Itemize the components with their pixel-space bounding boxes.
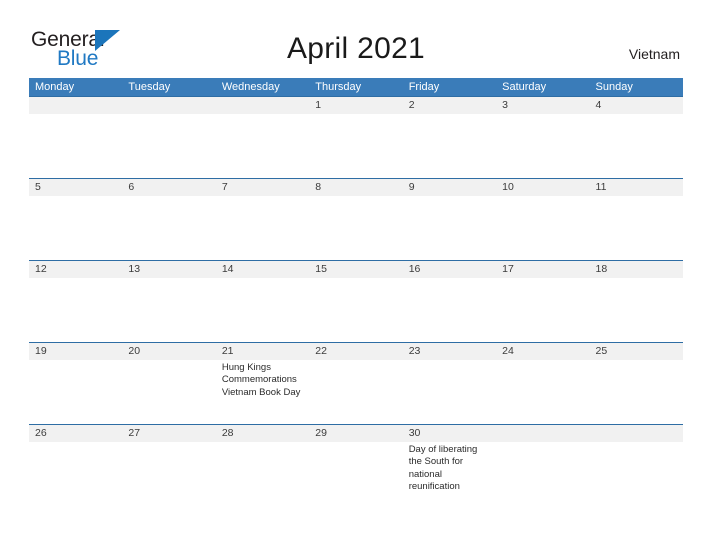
- week-event-band: [29, 278, 683, 342]
- day-number[interactable]: 1: [309, 97, 402, 114]
- day-number[interactable]: [496, 425, 589, 442]
- day-number[interactable]: [29, 97, 122, 114]
- week-row: 12 13 14 15 16 17 18: [29, 260, 683, 342]
- region-label: Vietnam: [628, 46, 680, 62]
- day-number[interactable]: 6: [122, 179, 215, 196]
- day-events[interactable]: [122, 114, 215, 178]
- weekday-header-thursday: Thursday: [315, 81, 362, 93]
- day-events[interactable]: [216, 114, 309, 178]
- day-number[interactable]: 28: [216, 425, 309, 442]
- day-number[interactable]: 14: [216, 261, 309, 278]
- day-events[interactable]: [29, 114, 122, 178]
- day-events[interactable]: [496, 278, 589, 342]
- day-number[interactable]: 19: [29, 343, 122, 360]
- day-number[interactable]: 15: [309, 261, 402, 278]
- day-events[interactable]: [122, 442, 215, 506]
- day-number[interactable]: 8: [309, 179, 402, 196]
- day-events[interactable]: [309, 278, 402, 342]
- day-number[interactable]: 12: [29, 261, 122, 278]
- day-number[interactable]: 2: [403, 97, 496, 114]
- day-events[interactable]: [309, 442, 402, 506]
- week-row: 5 6 7 8 9 10 11: [29, 178, 683, 260]
- day-number[interactable]: 13: [122, 261, 215, 278]
- day-number[interactable]: 4: [590, 97, 683, 114]
- day-number[interactable]: 24: [496, 343, 589, 360]
- day-number[interactable]: 3: [496, 97, 589, 114]
- day-number[interactable]: [590, 425, 683, 442]
- day-events[interactable]: [29, 360, 122, 424]
- week-event-band: [29, 114, 683, 178]
- month-grid: Monday Tuesday Wednesday Thursday Friday…: [29, 78, 683, 506]
- day-events[interactable]: [29, 442, 122, 506]
- day-events[interactable]: [403, 278, 496, 342]
- weekday-header-wednesday: Wednesday: [221, 81, 280, 93]
- day-events[interactable]: [590, 114, 683, 178]
- week-event-band: Hung Kings Commemorations Vietnam Book D…: [29, 360, 683, 424]
- day-events[interactable]: [309, 196, 402, 260]
- day-events-holiday[interactable]: Hung Kings Commemorations Vietnam Book D…: [216, 360, 309, 424]
- day-events[interactable]: [496, 114, 589, 178]
- day-number[interactable]: 11: [590, 179, 683, 196]
- week-row: 1 2 3 4: [29, 96, 683, 178]
- day-number[interactable]: 21: [216, 343, 309, 360]
- day-number[interactable]: 27: [122, 425, 215, 442]
- day-events[interactable]: [216, 442, 309, 506]
- calendar-page: General Blue April 2021 Vietnam Monday T…: [0, 0, 712, 550]
- day-events[interactable]: [29, 278, 122, 342]
- week-date-band: 1 2 3 4: [29, 97, 683, 114]
- page-header: General Blue April 2021 Vietnam: [0, 0, 712, 78]
- week-date-band: 5 6 7 8 9 10 11: [29, 179, 683, 196]
- page-title: April 2021: [286, 32, 426, 65]
- day-events[interactable]: [122, 360, 215, 424]
- day-number[interactable]: 9: [403, 179, 496, 196]
- weekday-header-monday: Monday: [35, 81, 75, 93]
- day-number[interactable]: 10: [496, 179, 589, 196]
- day-number[interactable]: 18: [590, 261, 683, 278]
- weekday-header-saturday: Saturday: [502, 81, 547, 93]
- day-events[interactable]: [403, 360, 496, 424]
- day-number[interactable]: [122, 97, 215, 114]
- day-events[interactable]: [216, 196, 309, 260]
- day-events[interactable]: [590, 196, 683, 260]
- day-number[interactable]: 5: [29, 179, 122, 196]
- week-event-band: Day of liberating the South for national…: [29, 442, 683, 506]
- week-row: 19 20 21 22 23 24 25 Hung Kings Commemor…: [29, 342, 683, 424]
- day-events[interactable]: [496, 442, 589, 506]
- day-events[interactable]: [309, 360, 402, 424]
- day-events[interactable]: [590, 278, 683, 342]
- week-date-band: 12 13 14 15 16 17 18: [29, 261, 683, 278]
- day-events[interactable]: [403, 114, 496, 178]
- day-events[interactable]: [122, 278, 215, 342]
- day-events-holiday[interactable]: Day of liberating the South for national…: [403, 442, 496, 506]
- day-events[interactable]: [29, 196, 122, 260]
- day-number[interactable]: 20: [122, 343, 215, 360]
- day-number[interactable]: 17: [496, 261, 589, 278]
- day-number[interactable]: [216, 97, 309, 114]
- day-events[interactable]: [309, 114, 402, 178]
- day-events[interactable]: [590, 442, 683, 506]
- day-number[interactable]: 25: [590, 343, 683, 360]
- week-row: 26 27 28 29 30 Day of liberating the Sou…: [29, 424, 683, 506]
- day-number[interactable]: 22: [309, 343, 402, 360]
- day-number[interactable]: 30: [403, 425, 496, 442]
- day-number[interactable]: 26: [29, 425, 122, 442]
- week-date-band: 26 27 28 29 30: [29, 425, 683, 442]
- weekday-header-row: Monday Tuesday Wednesday Thursday Friday…: [29, 78, 683, 96]
- day-number[interactable]: 16: [403, 261, 496, 278]
- day-events[interactable]: [403, 196, 496, 260]
- week-event-band: [29, 196, 683, 260]
- day-number[interactable]: 23: [403, 343, 496, 360]
- day-events[interactable]: [590, 360, 683, 424]
- weekday-header-sunday: Sunday: [595, 81, 633, 93]
- day-events[interactable]: [122, 196, 215, 260]
- day-number[interactable]: 29: [309, 425, 402, 442]
- day-events[interactable]: [496, 196, 589, 260]
- day-events[interactable]: [496, 360, 589, 424]
- day-number[interactable]: 7: [216, 179, 309, 196]
- week-date-band: 19 20 21 22 23 24 25: [29, 343, 683, 360]
- weekday-header-friday: Friday: [408, 81, 440, 93]
- weekday-header-tuesday: Tuesday: [128, 81, 171, 93]
- day-events[interactable]: [216, 278, 309, 342]
